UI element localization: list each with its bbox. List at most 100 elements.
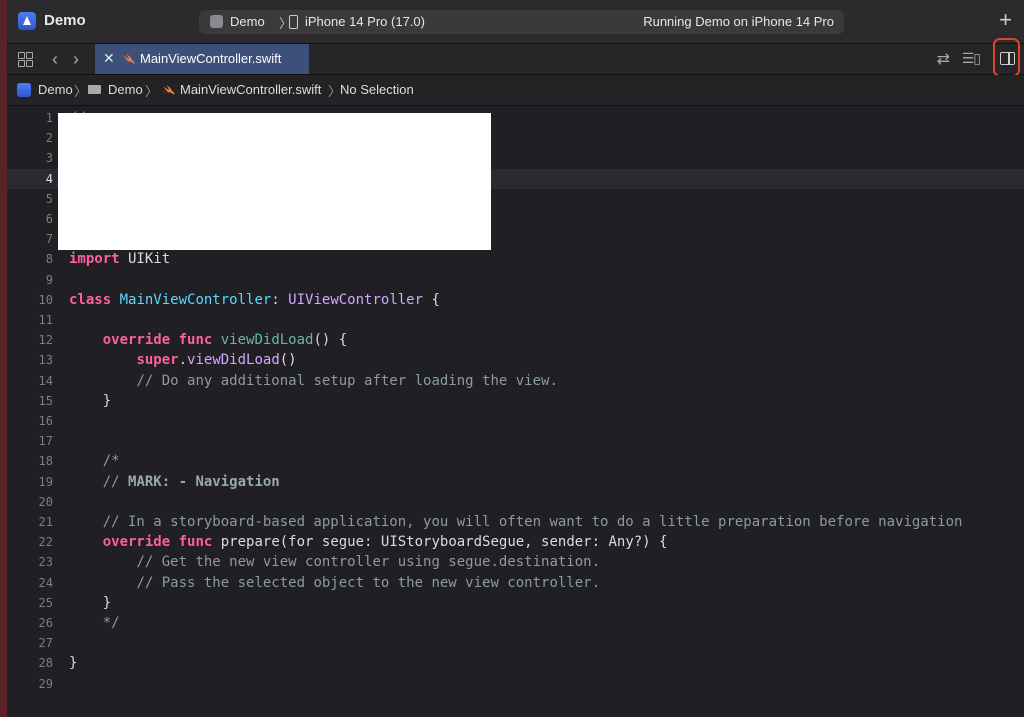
- line-number: 12: [38, 333, 53, 348]
- code-line[interactable]: 24 // Pass the selected object to the ne…: [7, 573, 1024, 593]
- folder-icon: [88, 85, 101, 94]
- title-bar: Demo Demo 〉 iPhone 14 Pro (17.0) Running…: [7, 0, 1024, 44]
- code-line[interactable]: 8 import UIKit: [7, 249, 1024, 269]
- line-number: 26: [38, 616, 53, 630]
- line-number: 11: [38, 313, 53, 327]
- code-text: }: [69, 655, 78, 672]
- back-chevron-icon[interactable]: ‹: [52, 49, 58, 70]
- line-number: 17: [38, 434, 53, 449]
- close-tab-icon[interactable]: ✕: [103, 50, 115, 67]
- code-text: }: [69, 594, 112, 611]
- line-number: 16: [38, 414, 53, 428]
- editor-options-icon[interactable]: ☰▯: [962, 50, 981, 67]
- swap-arrows-icon[interactable]: ⇄: [937, 49, 950, 69]
- code-line[interactable]: 27: [7, 633, 1024, 653]
- code-line[interactable]: 9: [7, 270, 1024, 290]
- code-line[interactable]: 10 class MainViewController: UIViewContro…: [7, 290, 1024, 310]
- code-text: // Pass the selected object to the new v…: [136, 574, 601, 591]
- line-number: 1: [45, 111, 53, 125]
- app-title: Demo: [44, 12, 86, 29]
- scheme-selector[interactable]: Demo 〉 iPhone 14 Pro (17.0) Running Demo…: [199, 10, 844, 34]
- project-icon: [17, 83, 31, 97]
- breadcrumb-file[interactable]: MainViewController.swift: [180, 82, 321, 97]
- code-line[interactable]: 20: [7, 492, 1024, 512]
- forward-chevron-icon[interactable]: ›: [73, 49, 79, 70]
- scheme-device[interactable]: iPhone 14 Pro (17.0): [305, 14, 425, 29]
- window-left-edge: [0, 0, 7, 717]
- line-number: 2: [45, 131, 53, 146]
- code-line[interactable]: 11: [7, 310, 1024, 330]
- app-icon: [18, 12, 36, 30]
- code-line[interactable]: 23 // Get the new view controller using …: [7, 552, 1024, 572]
- line-number: 21: [38, 515, 53, 529]
- line-number: 28: [38, 656, 53, 671]
- line-number: 7: [45, 232, 53, 247]
- code-text: // Do any additional setup after loading…: [136, 372, 558, 389]
- scheme-target[interactable]: Demo: [230, 14, 265, 29]
- line-number: 27: [38, 636, 53, 651]
- code-text: // MARK: - Navigation: [102, 473, 280, 490]
- line-number: 23: [38, 555, 53, 570]
- sidebar-right-icon: [1000, 52, 1015, 65]
- code-text: class MainViewController: UIViewControll…: [69, 291, 440, 308]
- code-text: super.viewDidLoad(): [136, 352, 297, 369]
- code-text: }: [69, 392, 112, 409]
- code-line[interactable]: 13 super.viewDidLoad(): [7, 350, 1024, 370]
- code-line[interactable]: 16: [7, 411, 1024, 431]
- line-number: 14: [38, 373, 53, 388]
- breadcrumb-project[interactable]: Demo: [38, 82, 73, 97]
- code-line[interactable]: 28}: [7, 653, 1024, 673]
- scheme-icon: [210, 15, 223, 28]
- breadcrumb-chevron: 〉: [74, 84, 88, 99]
- breadcrumb-selection[interactable]: No Selection: [340, 82, 414, 97]
- code-line[interactable]: 22 override func prepare(for segue: UISt…: [7, 532, 1024, 552]
- tab-mainviewcontroller[interactable]: ✕ MainViewController.swift: [95, 44, 309, 74]
- code-text: override func prepare(for segue: UIStory…: [102, 534, 668, 551]
- line-number: 29: [38, 676, 53, 691]
- code-line[interactable]: 19 // MARK: - Navigation: [7, 472, 1024, 492]
- breadcrumb: Demo 〉 Demo 〉 MainViewController.swift 〉…: [7, 75, 1024, 106]
- line-number: 3: [45, 151, 53, 166]
- code-line[interactable]: 17: [7, 431, 1024, 451]
- line-number: 22: [38, 535, 53, 550]
- line-number: 24: [38, 575, 53, 590]
- activity-status: Running Demo on iPhone 14 Pro: [643, 14, 834, 29]
- code-line[interactable]: 29: [7, 674, 1024, 694]
- line-number: 4: [45, 171, 53, 186]
- related-items-grid-icon[interactable]: [18, 52, 33, 67]
- line-number: 25: [38, 595, 53, 610]
- code-line[interactable]: 15 }: [7, 391, 1024, 411]
- add-library-button[interactable]: +: [999, 9, 1012, 31]
- line-number: 6: [45, 212, 53, 226]
- line-number: 10: [38, 292, 53, 307]
- breadcrumb-folder[interactable]: Demo: [108, 82, 143, 97]
- code-text: // Get the new view controller using seg…: [136, 554, 601, 571]
- plus-icon: +: [999, 7, 1012, 32]
- editor-tab-bar: ‹ › ✕ MainViewController.swift ⇄ ☰▯: [7, 38, 1024, 77]
- inspector-toggle-button[interactable]: [993, 38, 1020, 77]
- redaction-block: [58, 113, 491, 250]
- swift-file-icon: [163, 85, 175, 95]
- breadcrumb-chevron: 〉: [145, 84, 159, 99]
- line-number: 8: [45, 252, 53, 267]
- code-line[interactable]: 26 */: [7, 613, 1024, 633]
- code-line[interactable]: 18 /*: [7, 451, 1024, 471]
- tab-label: MainViewController.swift: [140, 51, 282, 66]
- code-line[interactable]: 25 }: [7, 593, 1024, 613]
- code-text: /*: [69, 453, 120, 470]
- line-number: 5: [45, 191, 53, 206]
- code-text: // In a storyboard-based application, yo…: [102, 514, 963, 530]
- iphone-icon: [289, 15, 298, 29]
- swift-file-icon: [123, 54, 135, 64]
- line-number: 18: [38, 454, 53, 469]
- code-line[interactable]: 14 // Do any additional setup after load…: [7, 371, 1024, 391]
- line-number: 20: [38, 494, 53, 509]
- line-number: 19: [38, 474, 53, 489]
- line-number: 9: [45, 272, 53, 287]
- line-number: 15: [38, 393, 53, 408]
- line-number: 13: [38, 353, 53, 368]
- code-text: import UIKit: [69, 251, 171, 268]
- code-line[interactable]: 21 // In a storyboard-based application,…: [7, 512, 1024, 532]
- code-line[interactable]: 12 override func viewDidLoad() {: [7, 330, 1024, 350]
- code-text: override func viewDidLoad() {: [102, 332, 348, 349]
